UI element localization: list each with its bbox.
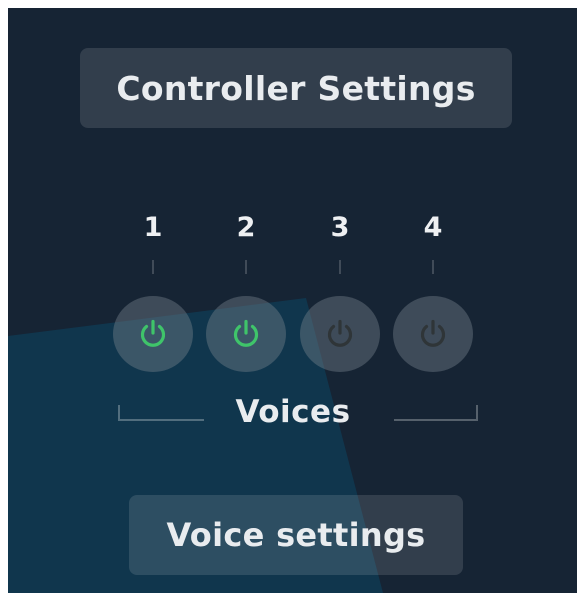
voice-2-power-toggle[interactable] [206, 296, 286, 372]
controller-settings-button[interactable]: Controller Settings [80, 48, 512, 128]
voice-tick-4 [432, 260, 434, 274]
voice-number-2: 2 [236, 212, 256, 243]
voice-tick-1 [152, 260, 154, 274]
voice-number-4: 4 [423, 212, 443, 243]
power-icon [420, 319, 446, 347]
power-icon [327, 319, 353, 347]
voice-1-power-toggle[interactable] [113, 296, 193, 372]
voice-tick-3 [339, 260, 341, 274]
voices-bracket-right [394, 405, 478, 421]
power-icon [233, 319, 259, 347]
voice-number-3: 3 [330, 212, 350, 243]
voice-3-power-toggle[interactable] [300, 296, 380, 372]
voices-group-label: Voices [235, 394, 351, 430]
voice-4-power-toggle[interactable] [393, 296, 473, 372]
power-icon [140, 319, 166, 347]
controller-panel: Controller Settings 1 2 3 4 Voices Voice… [8, 8, 577, 593]
voice-number-1: 1 [143, 212, 163, 243]
voice-tick-2 [245, 260, 247, 274]
voices-bracket-left [118, 405, 204, 421]
voice-settings-button[interactable]: Voice settings [129, 495, 463, 575]
